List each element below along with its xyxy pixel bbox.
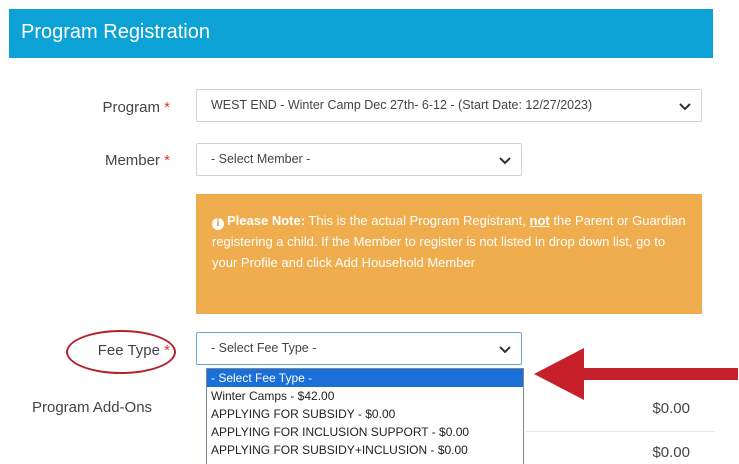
chevron-down-icon <box>499 346 511 354</box>
fee-type-option[interactable]: - Select Fee Type - <box>207 369 523 387</box>
fee-type-select[interactable]: - Select Fee Type - <box>196 332 522 365</box>
fee-type-label: Fee Type * <box>60 341 170 361</box>
member-select-value: - Select Member - <box>211 152 311 166</box>
fee-type-option[interactable]: Winter Camps - $42.00 <box>207 387 523 405</box>
program-label: Program * <box>60 98 170 118</box>
note-bold-prefix: Please Note: <box>227 213 306 228</box>
arrow-left-icon <box>534 348 738 400</box>
registrant-note-alert: i Please Note: This is the actual Program… <box>196 194 702 314</box>
member-label: Member * <box>60 151 170 171</box>
note-emphasis: not <box>529 213 550 228</box>
chevron-down-icon <box>679 103 691 111</box>
fee-type-dropdown-list[interactable]: - Select Fee Type - Winter Camps - $42.0… <box>206 368 524 464</box>
fee-type-option[interactable]: APPLYING FOR INCLUSION SUPPORT - $0.00 <box>207 423 523 441</box>
required-marker: * <box>164 99 170 116</box>
member-select[interactable]: - Select Member - <box>196 143 522 176</box>
program-addons-label: Program Add-Ons <box>32 399 153 416</box>
info-circle-icon: i <box>212 218 224 230</box>
member-label-text: Member <box>104 152 160 169</box>
required-marker: * <box>164 152 170 169</box>
fee-type-select-value: - Select Fee Type - <box>211 341 317 355</box>
note-text-before: This is the actual Program Registrant, <box>305 213 530 228</box>
program-select-value: WEST END - Winter Camp Dec 27th- 6-12 - … <box>211 98 593 112</box>
page-title: Program Registration <box>21 21 210 43</box>
fee-type-label-text: Fee Type <box>97 342 160 359</box>
program-label-text: Program <box>102 99 160 116</box>
chevron-down-icon <box>499 157 511 165</box>
program-select[interactable]: WEST END - Winter Camp Dec 27th- 6-12 - … <box>196 89 702 122</box>
fee-type-option[interactable]: APPLYING FOR SUBSIDY - $0.00 <box>207 405 523 423</box>
required-marker: * <box>164 342 170 359</box>
addon-amount: $0.00 <box>652 444 690 461</box>
fee-type-option[interactable]: APPLYING FOR SUBSIDY+INCLUSION - $0.00 <box>207 441 523 459</box>
page: Program Registration Program * WEST END … <box>0 0 739 464</box>
page-header: Program Registration <box>9 9 713 58</box>
divider <box>526 431 715 432</box>
